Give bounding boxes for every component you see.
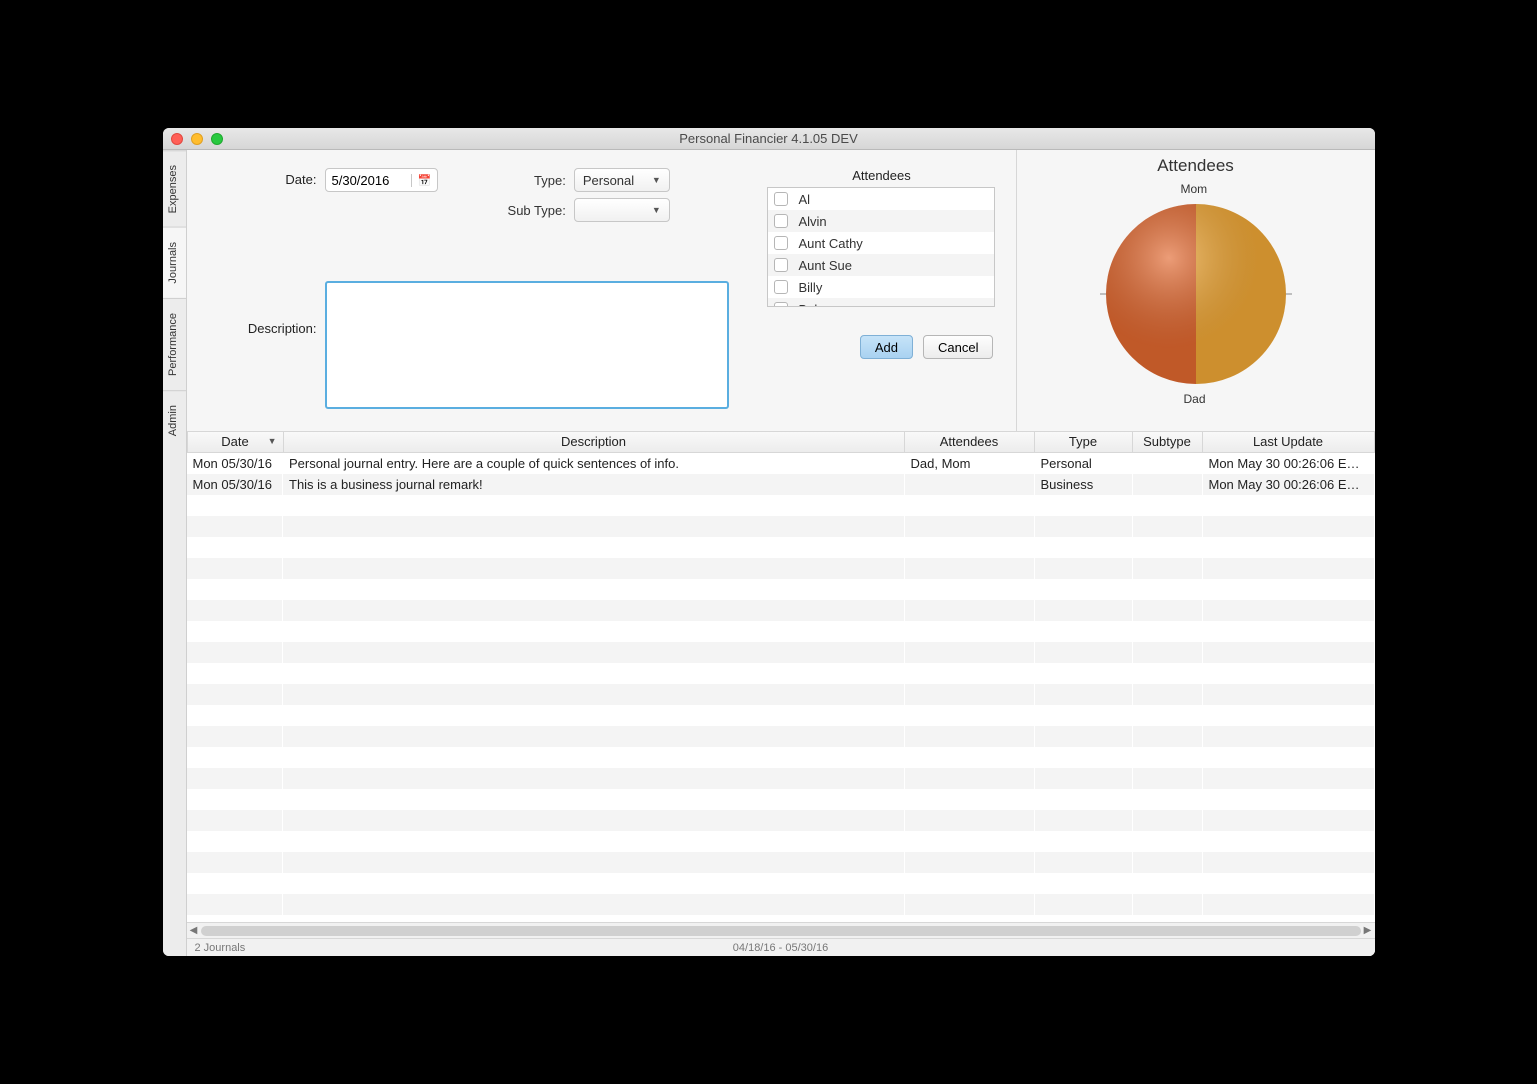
checkbox[interactable] — [774, 192, 788, 206]
table-row — [187, 579, 1375, 600]
status-center: 04/18/16 - 05/30/16 — [187, 942, 1375, 954]
table-row — [187, 558, 1375, 579]
table-row — [187, 600, 1375, 621]
table-row — [187, 789, 1375, 810]
attendee-name: Alvin — [798, 214, 826, 229]
attendee-item[interactable]: Aunt Cathy — [768, 232, 994, 254]
col-description[interactable]: Description — [283, 432, 904, 452]
pie-slice — [1196, 204, 1286, 384]
table-row — [187, 495, 1375, 516]
table-row — [187, 537, 1375, 558]
attendees-scroll[interactable]: Al Alvin Aunt Cathy Aunt Sue Billy Bob — [768, 188, 994, 306]
attendee-item[interactable]: Al — [768, 188, 994, 210]
col-date[interactable]: Date▼ — [187, 432, 283, 452]
checkbox[interactable] — [774, 236, 788, 250]
pie-chart — [1086, 184, 1306, 404]
table-row — [187, 873, 1375, 894]
type-select[interactable]: Personal ▼ — [574, 168, 670, 192]
horizontal-scrollbar[interactable]: ◀ ▶ — [187, 922, 1375, 938]
scroll-thumb[interactable] — [201, 926, 1361, 936]
attendee-item[interactable]: Billy — [768, 276, 994, 298]
chevron-down-icon: ▼ — [652, 175, 661, 185]
attendee-item[interactable]: Bob — [768, 298, 994, 306]
table-row[interactable]: Mon 05/30/16This is a business journal r… — [187, 474, 1375, 495]
attendees-chart: Attendees Mom Dad — [1017, 150, 1375, 431]
sort-desc-icon: ▼ — [268, 436, 277, 446]
table-row — [187, 726, 1375, 747]
status-left: 2 Journals — [195, 942, 246, 954]
tab-performance[interactable]: Performance — [163, 298, 186, 390]
checkbox[interactable] — [774, 258, 788, 272]
window-title: Personal Financier 4.1.05 DEV — [163, 131, 1375, 146]
minimize-window-button[interactable] — [191, 133, 203, 145]
table-row — [187, 663, 1375, 684]
table-row — [187, 642, 1375, 663]
checkbox[interactable] — [774, 280, 788, 294]
subtype-select[interactable]: ▼ — [574, 198, 670, 222]
col-last-update[interactable]: Last Update — [1202, 432, 1374, 452]
app-window: Personal Financier 4.1.05 DEV Expenses J… — [163, 128, 1375, 956]
zoom-window-button[interactable] — [211, 133, 223, 145]
date-field[interactable] — [326, 173, 411, 188]
table-row — [187, 705, 1375, 726]
pie-label-mom: Mom — [1181, 182, 1208, 196]
attendee-item[interactable]: Aunt Sue — [768, 254, 994, 276]
attendees-label: Attendees — [767, 168, 995, 183]
pie-label-dad: Dad — [1184, 392, 1206, 406]
description-label: Description: — [207, 281, 317, 336]
attendee-name: Al — [798, 192, 810, 207]
pie-slice — [1106, 204, 1196, 384]
scroll-left-arrow[interactable]: ◀ — [187, 925, 201, 936]
tab-admin[interactable]: Admin — [163, 390, 186, 450]
type-label: Type: — [496, 173, 566, 188]
checkbox[interactable] — [774, 302, 788, 306]
table-row[interactable]: Mon 05/30/16Personal journal entry. Here… — [187, 453, 1375, 474]
journals-table-body: Mon 05/30/16Personal journal entry. Here… — [187, 453, 1375, 915]
checkbox[interactable] — [774, 214, 788, 228]
chart-title: Attendees — [1157, 156, 1234, 176]
table-row — [187, 894, 1375, 915]
date-label: Date: — [207, 168, 317, 187]
table-header-row: Date▼ Description Attendees Type Subtype… — [187, 432, 1374, 452]
table-row — [187, 810, 1375, 831]
chevron-down-icon: ▼ — [652, 205, 661, 215]
col-type[interactable]: Type — [1034, 432, 1132, 452]
col-subtype[interactable]: Subtype — [1132, 432, 1202, 452]
calendar-icon[interactable]: 📅 — [411, 174, 438, 187]
journal-form: Date: 📅 Type: Personal ▼ — [187, 150, 1017, 431]
tab-journals[interactable]: Journals — [163, 227, 186, 298]
table-row — [187, 516, 1375, 537]
attendee-item[interactable]: Alvin — [768, 210, 994, 232]
attendees-list: Al Alvin Aunt Cathy Aunt Sue Billy Bob — [767, 187, 995, 307]
close-window-button[interactable] — [171, 133, 183, 145]
table-row — [187, 621, 1375, 642]
table-row — [187, 684, 1375, 705]
titlebar: Personal Financier 4.1.05 DEV — [163, 128, 1375, 150]
tab-expenses[interactable]: Expenses — [163, 150, 186, 227]
type-value: Personal — [583, 173, 634, 188]
side-tabs: Expenses Journals Performance Admin — [163, 150, 187, 956]
attendee-name: Aunt Sue — [798, 258, 852, 273]
table-row — [187, 768, 1375, 789]
traffic-lights — [171, 133, 223, 145]
attendee-name: Billy — [798, 280, 822, 295]
subtype-label: Sub Type: — [496, 203, 566, 218]
table-row — [187, 747, 1375, 768]
table-row — [187, 852, 1375, 873]
attendee-name: Bob — [798, 302, 821, 307]
attendee-name: Aunt Cathy — [798, 236, 862, 251]
status-bar: 2 Journals 04/18/16 - 05/30/16 — [187, 938, 1375, 956]
scroll-right-arrow[interactable]: ▶ — [1361, 925, 1375, 936]
date-input[interactable]: 📅 — [325, 168, 439, 192]
table-row — [187, 831, 1375, 852]
description-input[interactable] — [325, 281, 729, 409]
col-attendees[interactable]: Attendees — [904, 432, 1034, 452]
